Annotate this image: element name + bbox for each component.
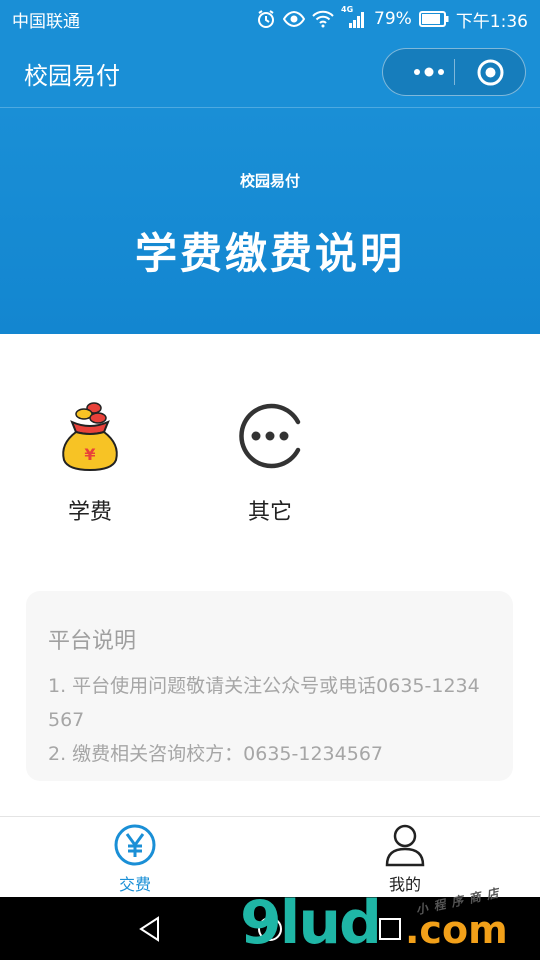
more-dots-icon — [414, 67, 444, 77]
svg-text:¥: ¥ — [84, 445, 95, 464]
nav-bar: 校园易付 — [0, 38, 540, 108]
notice-line: 1. 平台使用问题敬请关注公众号或电话0635-1234567 — [48, 675, 480, 731]
money-bag-icon: ¥ — [62, 402, 118, 472]
status-icons: 4G 79% 下午1:36 — [256, 5, 528, 32]
category-label: 学费 — [67, 500, 112, 525]
battery-percent: 79% — [374, 9, 412, 29]
tab-bar: 交费 我的 — [0, 816, 540, 897]
status-time: 下午1:36 — [455, 11, 528, 32]
status-bar: 中国联通 4G 79% 下午1:36 — [0, 0, 540, 38]
tab-label: 交费 — [118, 875, 151, 894]
target-close-icon[interactable] — [477, 59, 504, 86]
user-icon — [385, 824, 425, 867]
watermark-main: 9lud — [240, 888, 382, 958]
yen-circle-icon — [114, 824, 156, 866]
nav-title: 校园易付 — [24, 62, 120, 90]
signal-icon: 4G — [341, 5, 367, 28]
more-button[interactable] — [403, 49, 455, 95]
category-other[interactable]: 其它 — [210, 400, 330, 526]
category-tuition[interactable]: ¥ 学费 — [30, 400, 150, 526]
watermark: 9lud .com 小程序商店 — [240, 885, 540, 960]
more-circle-icon — [239, 403, 301, 469]
wifi-icon — [312, 10, 334, 28]
notice-title: 平台说明 — [48, 629, 137, 654]
capsule-divider — [454, 59, 455, 85]
platform-notice: 平台说明 1. 平台使用问题敬请关注公众号或电话0635-1234567 2. … — [26, 591, 513, 781]
tab-me[interactable]: 我的 — [345, 823, 465, 895]
carrier-name: 中国联通 — [12, 11, 80, 32]
tab-pay[interactable]: 交费 — [75, 823, 195, 895]
mini-program-capsule — [382, 48, 526, 96]
notice-line: 2. 缴费相关咨询校方：0635-1234567 — [48, 743, 383, 765]
battery-icon — [418, 11, 449, 27]
eye-icon — [283, 11, 306, 27]
back-triangle-icon[interactable] — [136, 915, 164, 943]
banner-subtitle: 校园易付 — [239, 172, 300, 190]
banner: 校园易付 学费缴费说明 — [0, 108, 540, 334]
category-label: 其它 — [247, 500, 292, 525]
banner-title: 学费缴费说明 — [134, 229, 405, 278]
alarm-icon — [258, 10, 275, 28]
